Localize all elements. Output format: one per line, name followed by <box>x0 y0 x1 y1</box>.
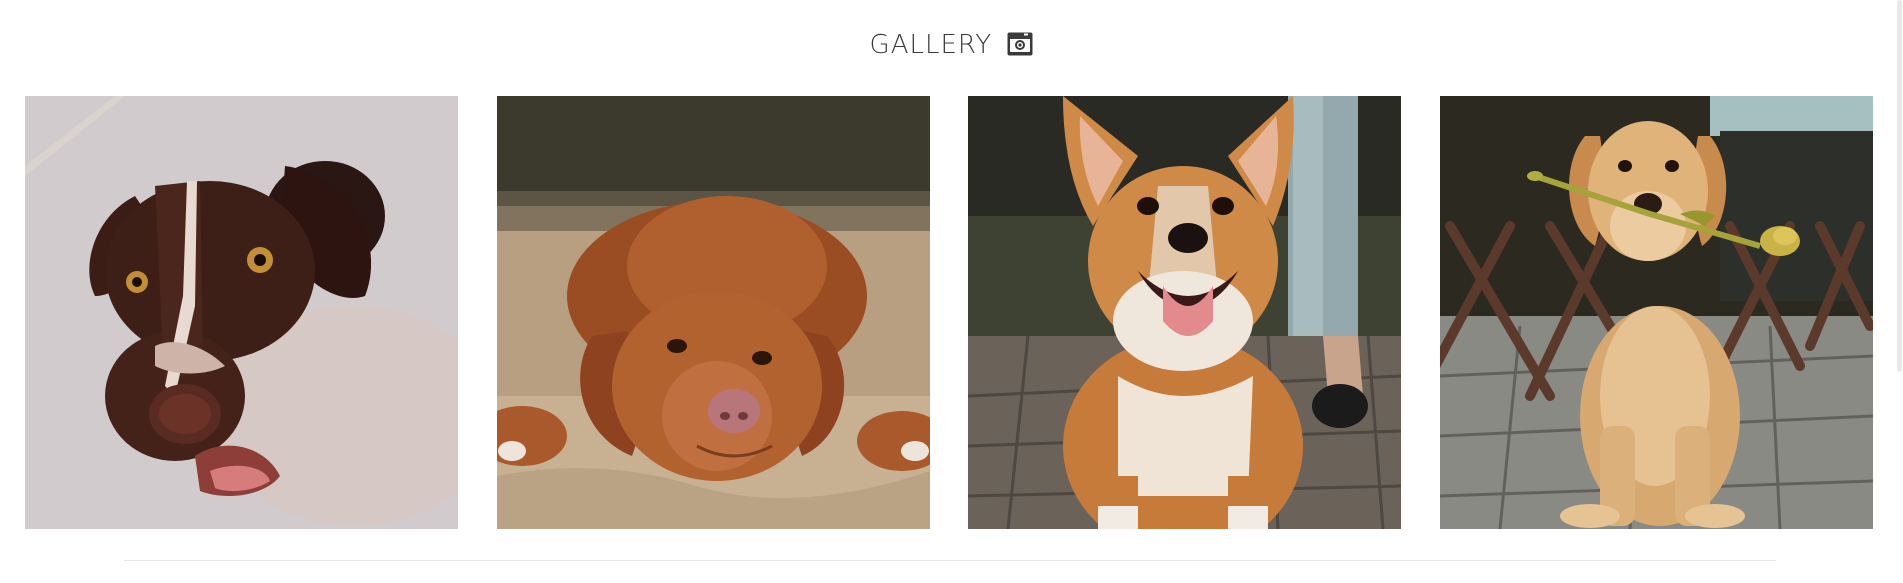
gallery-heading: GALLERY <box>0 30 1903 63</box>
page-scrollbar[interactable] <box>1895 0 1903 583</box>
camera-icon <box>1007 32 1033 63</box>
scrollbar-thumb[interactable] <box>1897 0 1902 372</box>
dog-photo-golden-retriever <box>1440 96 1873 529</box>
gallery-grid <box>25 96 1875 529</box>
gallery-image-4[interactable] <box>1440 96 1873 529</box>
dog-photo-toller <box>497 96 930 529</box>
gallery-image-1[interactable] <box>25 96 458 529</box>
gallery-image-2[interactable] <box>497 96 930 529</box>
gallery-title: GALLERY <box>869 30 993 60</box>
dog-photo-brown-pointer <box>25 96 458 529</box>
gallery-image-3[interactable] <box>968 96 1401 529</box>
dog-photo-corgi <box>968 96 1401 529</box>
section-divider <box>124 560 1776 561</box>
